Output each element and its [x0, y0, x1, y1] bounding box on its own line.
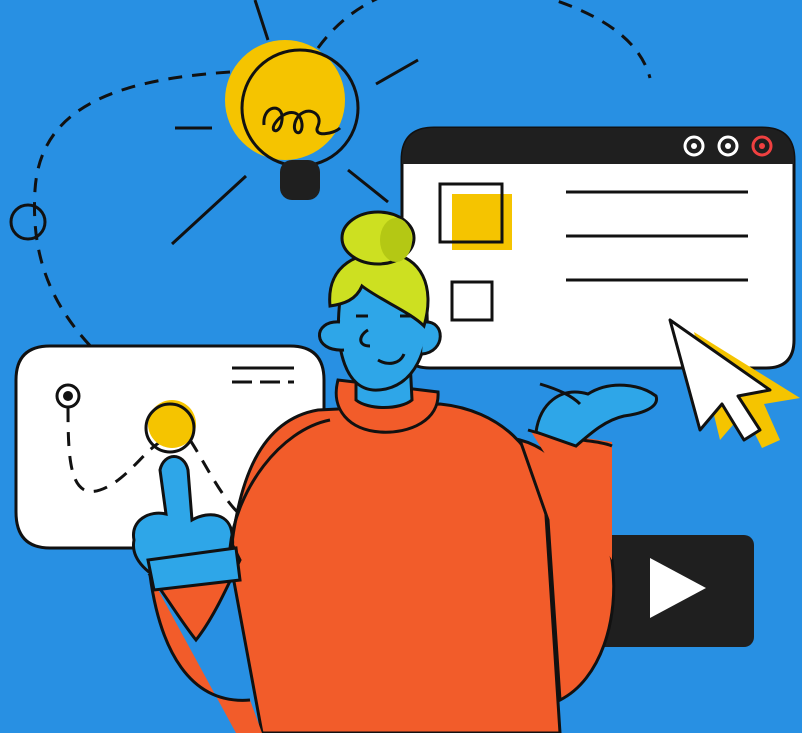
- illustration-scene: [0, 0, 802, 733]
- window-close-dot: [759, 143, 765, 149]
- window-minimize-dot: [691, 143, 697, 149]
- map-pin-icon[interactable]: [55, 383, 81, 409]
- checkbox-unchecked[interactable]: [450, 280, 494, 322]
- browser-window: [400, 126, 796, 370]
- sweater: [228, 402, 562, 733]
- window-maximize-dot: [725, 143, 731, 149]
- illustration: [0, 0, 802, 733]
